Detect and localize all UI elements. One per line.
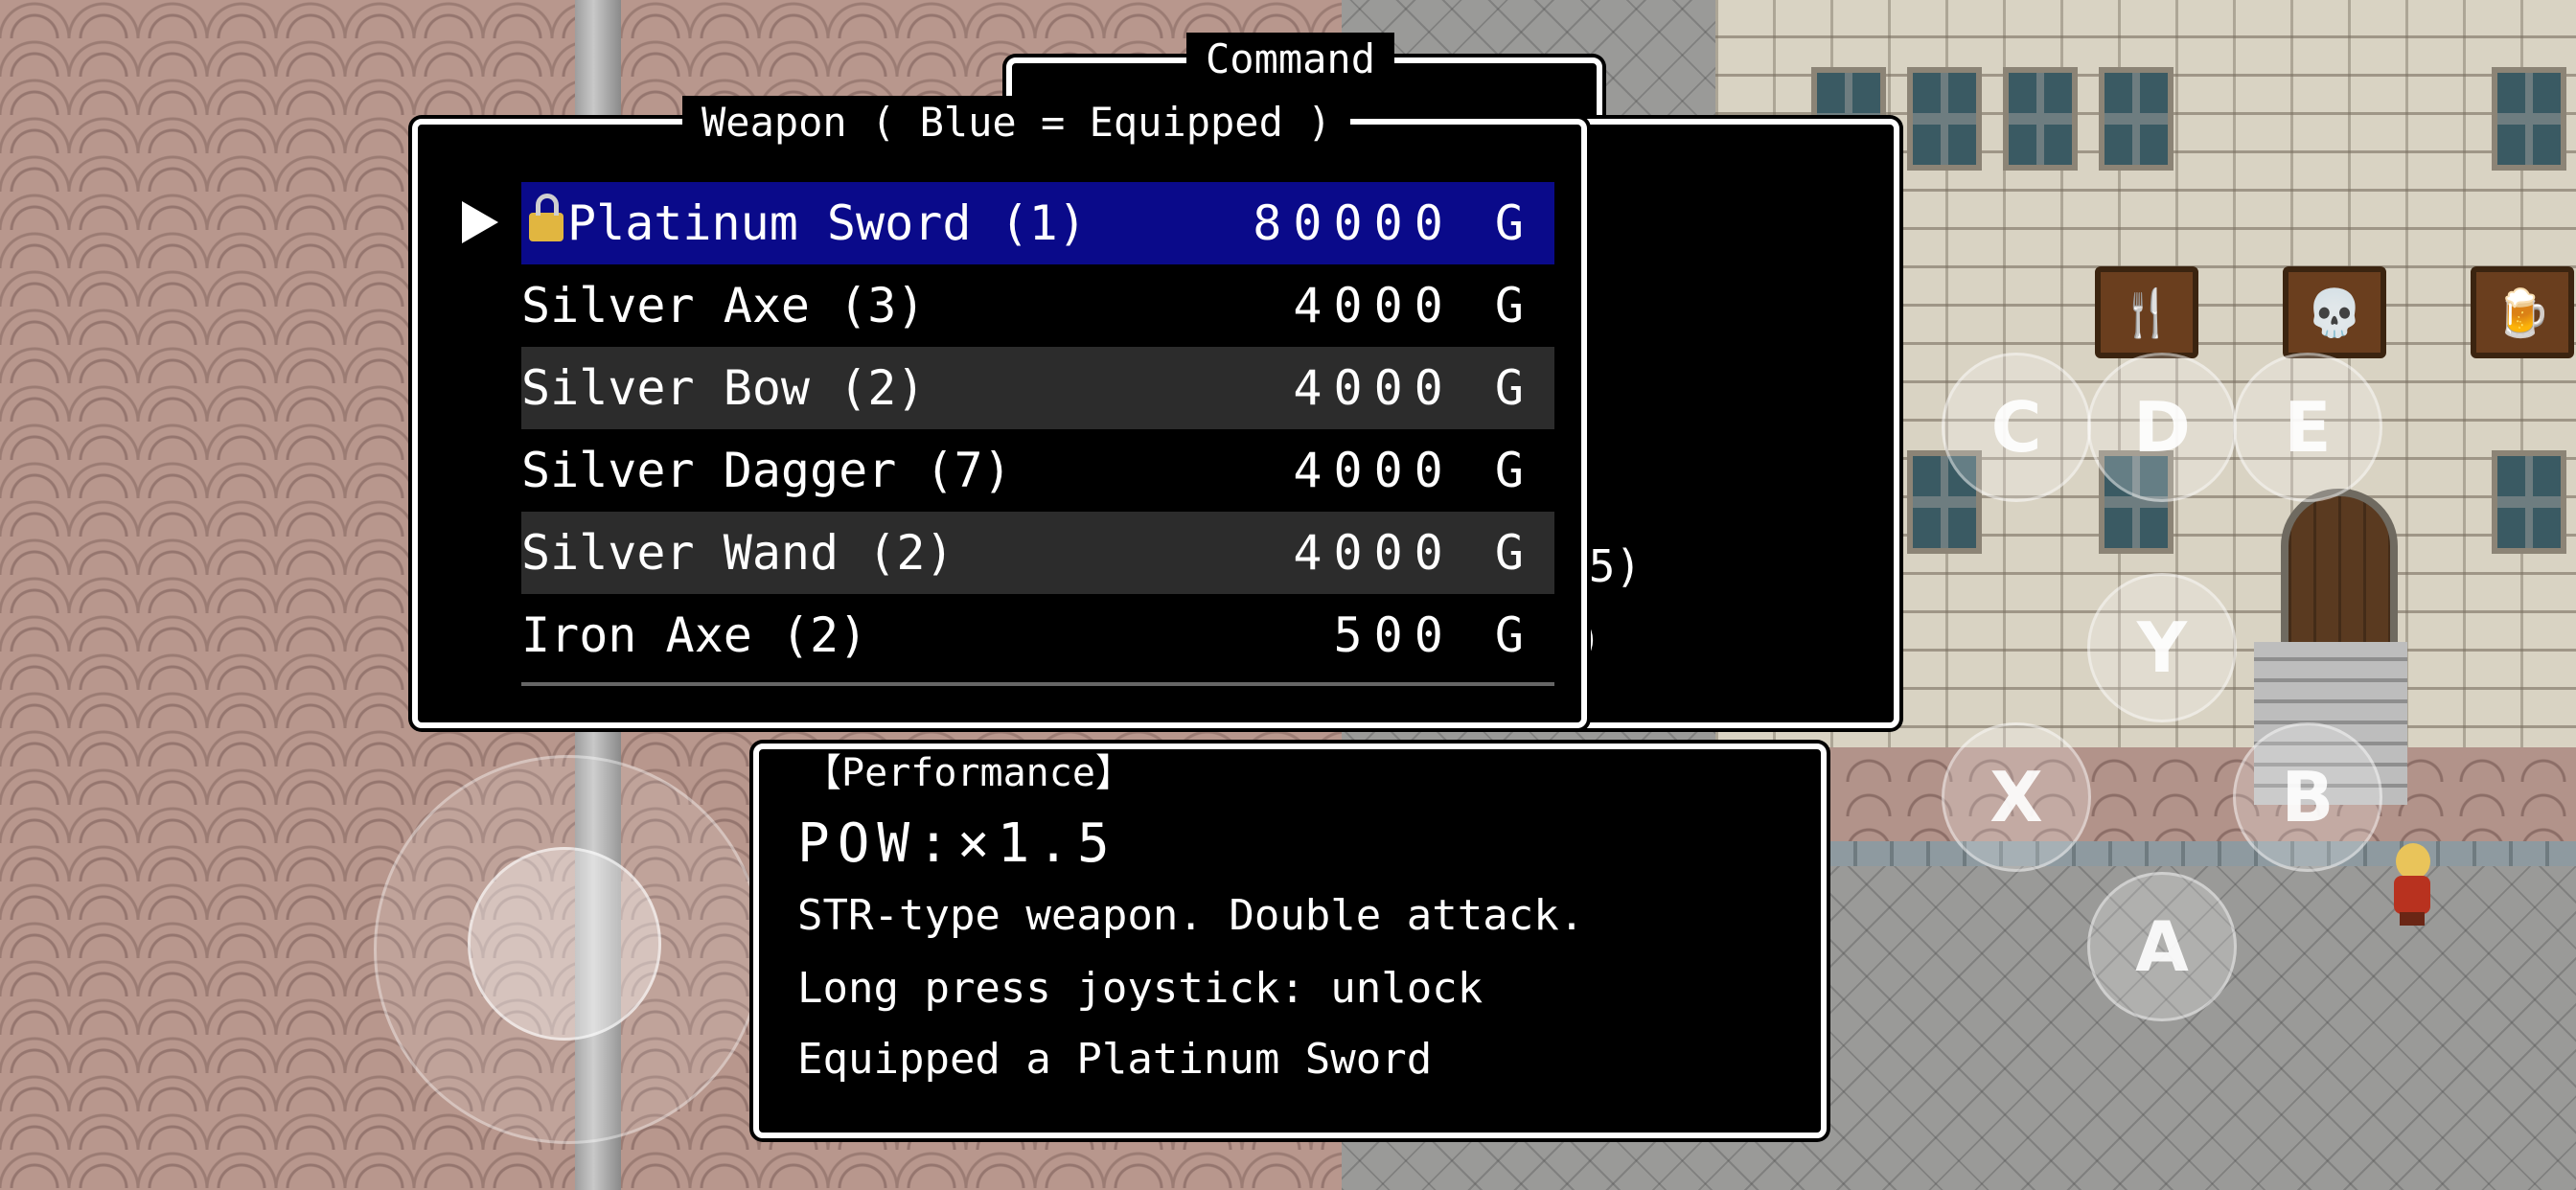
list-divider [521, 682, 1554, 686]
button-y[interactable]: Y [2087, 573, 2237, 722]
weapon-item[interactable]: Silver Bow (2) 4000 G [521, 347, 1554, 429]
beer-mug-icon: 🍺 [2471, 266, 2574, 358]
building-door [2281, 489, 2398, 657]
weapon-price: 4000 G [1293, 360, 1535, 416]
weapon-name: Silver Axe (3) [521, 278, 926, 333]
weapon-price: 4000 G [1293, 443, 1535, 498]
player-character [2386, 843, 2438, 926]
building-window [2003, 67, 2078, 171]
building-window [2492, 67, 2566, 171]
joystick-knob[interactable] [468, 847, 661, 1041]
cobblestone-street [1715, 747, 2576, 853]
weapon-price: 500 G [1333, 607, 1535, 663]
button-b[interactable]: B [2233, 722, 2382, 872]
street-curb [1821, 841, 2576, 866]
equip-message: Equipped a Platinum Sword [797, 1035, 1433, 1084]
weapon-item[interactable]: Silver Dagger (7) 4000 G [521, 429, 1554, 512]
weapon-window-title: Weapon ( Blue = Equipped ) [682, 96, 1351, 149]
pow-stat: POW:×1.5 [797, 812, 1117, 875]
button-d[interactable]: D [2087, 353, 2237, 502]
performance-label: 【Performance】 [803, 751, 1134, 795]
weapon-price: 4000 G [1293, 278, 1535, 333]
fork-knife-icon: 🍴 [2095, 266, 2198, 358]
weapon-price: 4000 G [1293, 525, 1535, 581]
lock-icon [529, 194, 564, 241]
weapon-list: Platinum Sword (1) 80000 G Silver Axe (3… [521, 182, 1554, 676]
weapon-description: STR-type weapon. Double attack. [797, 891, 1585, 940]
weapon-item[interactable]: Platinum Sword (1) 80000 G [521, 182, 1554, 264]
weapon-name: Silver Bow (2) [521, 360, 926, 416]
weapon-name: Silver Wand (2) [521, 525, 954, 581]
weapon-name: Iron Axe (2) [521, 607, 868, 663]
weapon-window: Weapon ( Blue = Equipped ) Platinum Swor… [412, 96, 1587, 728]
button-e[interactable]: E [2233, 353, 2382, 502]
skull-icon: 💀 [2283, 266, 2386, 358]
weapon-item[interactable]: Silver Axe (3) 4000 G [521, 264, 1554, 347]
weapon-name: Silver Dagger (7) [521, 443, 1012, 498]
cursor-arrow-icon [462, 201, 498, 243]
command-window-title: Command [1186, 33, 1395, 86]
weapon-item[interactable]: Silver Wand (2) 4000 G [521, 512, 1554, 594]
weapon-item[interactable]: Iron Axe (2) 500 G [521, 594, 1554, 676]
weapon-name: Platinum Sword (1) [567, 195, 1087, 251]
unlock-hint: Long press joystick: unlock [797, 964, 1484, 1013]
button-c[interactable]: C [1942, 353, 2091, 502]
button-a[interactable]: A [2087, 872, 2237, 1021]
button-x[interactable]: X [1942, 722, 2091, 872]
detail-window: 【Performance】 POW:×1.5 STR-type weapon. … [753, 744, 1827, 1138]
weapon-price: 80000 G [1253, 195, 1535, 251]
building-window [1907, 67, 1982, 171]
building-window [2099, 67, 2174, 171]
building-window [2492, 450, 2566, 554]
